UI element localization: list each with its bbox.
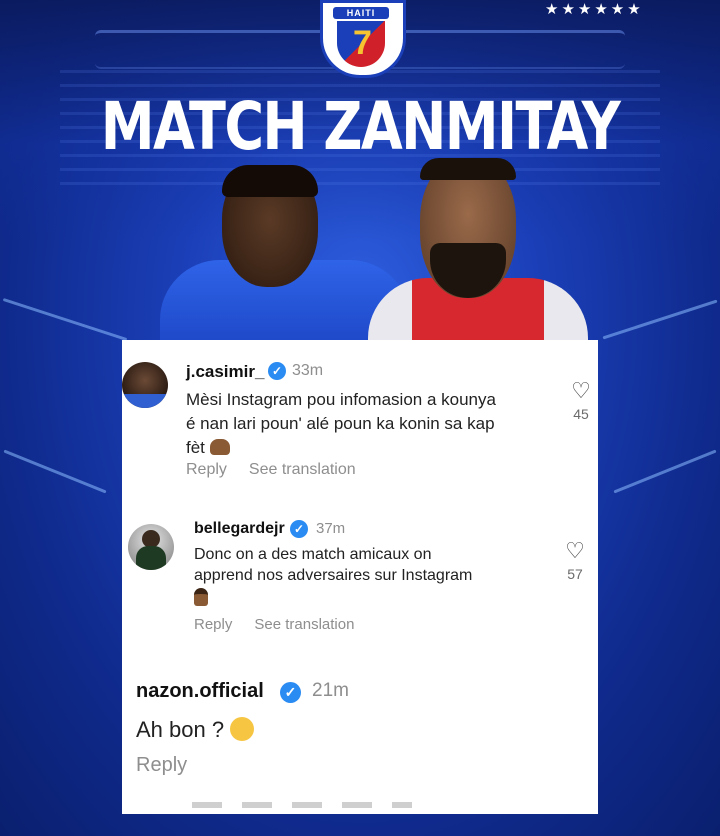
comment-time: 21m — [312, 680, 349, 701]
comment-username[interactable]: bellegardejr — [194, 520, 285, 538]
comment-actions: Reply See translation — [186, 461, 378, 479]
comment-text: Mèsi Instagram pou infomasion a kounya é… — [186, 390, 496, 457]
comment-actions: Reply See translation — [194, 616, 376, 633]
verified-icon: ✓ — [268, 362, 286, 380]
like-button[interactable]: ♡ 57 — [560, 540, 590, 583]
light-streak — [3, 449, 107, 494]
heart-icon[interactable]: ♡ — [566, 380, 596, 402]
like-button[interactable]: ♡ 45 — [566, 380, 596, 423]
comment-text: Donc on a des match amicaux on apprend n… — [194, 544, 554, 612]
verified-icon: ✓ — [290, 520, 308, 538]
reply-button[interactable]: Reply — [136, 754, 187, 776]
comments-panel: j.casimir_ ✓ 33m Mèsi Instagram pou info… — [122, 340, 598, 814]
comment-text: Ah bon ? — [136, 716, 255, 744]
light-streak — [2, 297, 128, 342]
comment-username[interactable]: nazon.official — [136, 680, 264, 703]
see-translation-button[interactable]: See translation — [249, 461, 356, 478]
light-streak — [613, 449, 717, 494]
like-count: 45 — [573, 406, 589, 422]
reply-button[interactable]: Reply — [194, 616, 232, 633]
federation-logo: HAITI 7 — [320, 0, 406, 78]
player-right-image — [368, 158, 588, 343]
comment-time: 37m — [316, 520, 346, 537]
comment-actions: Reply — [136, 754, 209, 777]
raising-hands-icon — [209, 439, 230, 455]
comment-time: 33m — [292, 362, 324, 379]
comment-item: nazon.official ✓ 21m Ah bon ? Reply — [122, 650, 598, 814]
poster-title: MATCH ZANMITAY — [100, 88, 621, 165]
light-streak — [602, 299, 718, 340]
see-translation-button[interactable]: See translation — [254, 616, 354, 633]
verified-icon: ✓ — [280, 682, 301, 703]
comment-item: j.casimir_ ✓ 33m Mèsi Instagram pou info… — [122, 340, 598, 500]
next-comment-cutoff — [192, 802, 412, 808]
comment-username[interactable]: j.casimir_ — [186, 362, 264, 382]
avatar[interactable] — [128, 524, 174, 570]
heart-icon[interactable]: ♡ — [560, 540, 590, 562]
comment-item: bellegardejr ✓ 37m Donc on a des match a… — [122, 500, 598, 650]
logo-text: HAITI — [346, 8, 376, 18]
person-shrugging-icon — [194, 588, 208, 606]
stars-icon: ★★★★★★ — [545, 1, 644, 18]
avatar[interactable] — [122, 362, 168, 408]
reply-button[interactable]: Reply — [186, 461, 227, 478]
sweat-smile-icon — [230, 717, 255, 741]
like-count: 57 — [567, 566, 583, 582]
match-poster: HAITI 7 ★★★★★★ MATCH ZANMITAY j.casimir_… — [0, 0, 720, 836]
